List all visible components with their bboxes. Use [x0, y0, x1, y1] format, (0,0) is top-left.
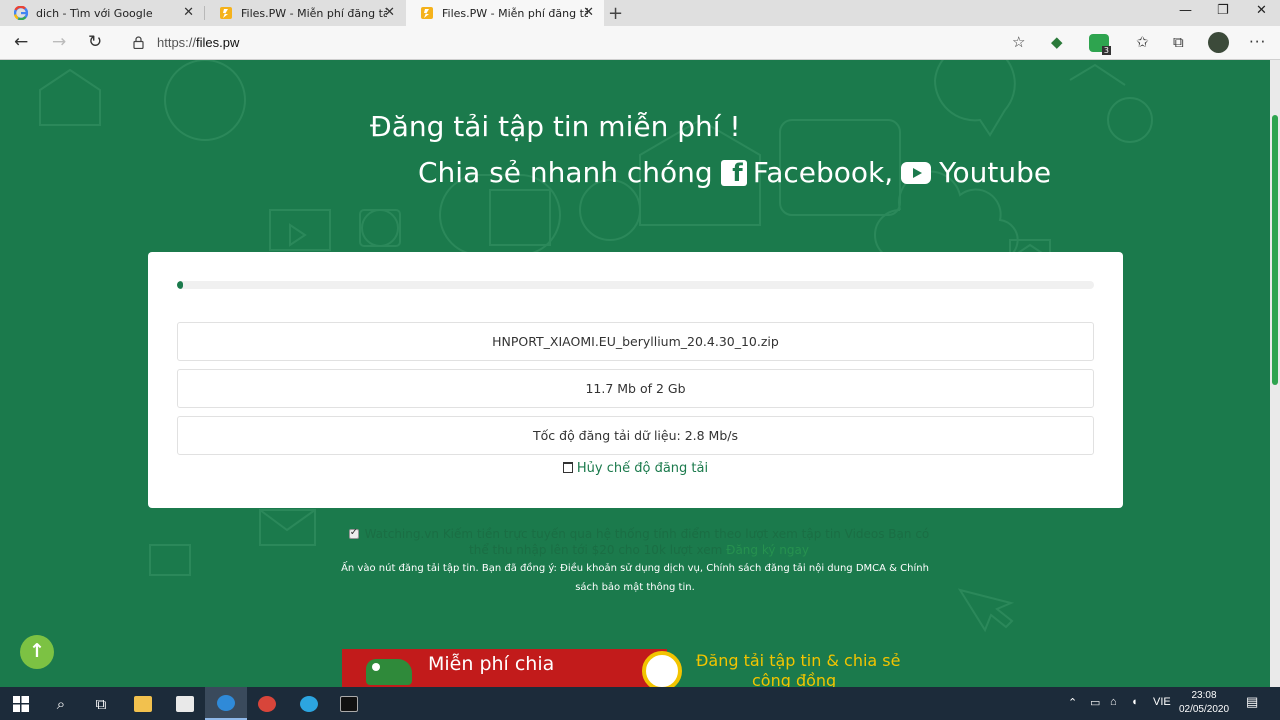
crocodile-mascot-icon: [366, 659, 412, 685]
favorite-star-icon[interactable]: ☆: [1012, 33, 1025, 51]
task-view-icon[interactable]: ⧉: [80, 687, 122, 720]
chrome-icon[interactable]: [246, 687, 288, 720]
battery-icon[interactable]: ▭: [1090, 696, 1100, 709]
youtube-icon: [901, 161, 932, 184]
clock[interactable]: 23:08 02/05/2020: [1170, 689, 1238, 717]
tab-title: Files.PW - Miễn phí đăng tải & chia sẻ: [442, 6, 588, 20]
hero-subtitle: Chia sẻ nhanh chóng f Facebook, Youtube: [418, 156, 1051, 189]
file-explorer-icon[interactable]: [122, 687, 164, 720]
facebook-icon: f: [720, 159, 747, 186]
favorites-icon[interactable]: ✩: [1136, 33, 1149, 51]
telegram-icon[interactable]: [288, 687, 330, 720]
more-menu-icon[interactable]: ···: [1249, 33, 1266, 51]
promo-checkbox[interactable]: [348, 525, 359, 541]
refresh-icon[interactable]: ↻: [88, 32, 102, 52]
new-tab-button[interactable]: +: [608, 3, 623, 24]
upload-speed: Tốc độ đăng tải dữ liệu: 2.8 Mb/s: [533, 428, 738, 443]
lock-icon[interactable]: [133, 36, 144, 49]
file-name-field: HNPORT_XIAOMI.EU_beryllium_20.4.30_10.zi…: [177, 322, 1094, 361]
close-tab-icon[interactable]: ✕: [583, 5, 594, 20]
back-icon[interactable]: ←: [14, 32, 28, 52]
terminal-icon[interactable]: [328, 687, 370, 720]
url-host: files.pw: [196, 35, 240, 50]
youtube-label: Youtube: [939, 156, 1052, 189]
browser-tab-strip: dich - Tìm với Google ✕ Files.PW - Miễn …: [0, 0, 1280, 26]
notification-center-icon[interactable]: ▤: [1246, 694, 1258, 710]
tab-title: dich - Tìm với Google: [36, 6, 153, 20]
scrollbar-thumb[interactable]: [1272, 115, 1278, 385]
cancel-upload-link[interactable]: Hủy chế độ đăng tải: [148, 461, 1123, 476]
facebook-label: Facebook,: [752, 156, 894, 189]
google-icon: [14, 6, 28, 20]
page: Đăng tải tập tin miễn phí ! Chia sẻ nhan…: [0, 60, 1270, 687]
trash-icon: [562, 462, 573, 473]
volume-icon[interactable]: ◖: [1131, 696, 1138, 708]
collections-icon[interactable]: ⧉: [1173, 33, 1184, 51]
extension-shield-icon[interactable]: 3: [1089, 34, 1111, 55]
promo-text: Watching.vn Kiếm tiền trực tuyến qua hệ …: [364, 527, 930, 557]
store-icon[interactable]: [164, 687, 206, 720]
windows-start-icon[interactable]: [0, 687, 42, 720]
ad-banner-left-text: Miễn phí chia: [428, 653, 555, 675]
hero-title: Đăng tải tập tin miễn phí !: [370, 110, 741, 143]
upload-speed-field: Tốc độ đăng tải dữ liệu: 2.8 Mb/s: [177, 416, 1094, 455]
page-scrollbar[interactable]: [1270, 60, 1280, 687]
tab-title: Files.PW - Miễn phí đăng tải & chia sẻ: [241, 6, 387, 20]
cancel-upload-label: Hủy chế độ đăng tải: [576, 461, 709, 476]
upload-progress-bar: [177, 281, 1094, 289]
promo-link[interactable]: Đăng ký ngay: [726, 543, 809, 557]
maximize-icon[interactable]: ❐: [1217, 3, 1229, 18]
forward-icon[interactable]: →: [52, 32, 66, 52]
upload-card: HNPORT_XIAOMI.EU_beryllium_20.4.30_10.zi…: [148, 252, 1123, 508]
browser-tab-active[interactable]: Files.PW - Miễn phí đăng tải & chia sẻ ✕: [406, 0, 604, 26]
clock-time: 23:08: [1191, 690, 1217, 701]
ad-banner-right-line1: Đăng tải tập tin & chia sẻ: [696, 651, 901, 670]
close-tab-icon[interactable]: ✕: [183, 5, 194, 20]
browser-tab[interactable]: Files.PW - Miễn phí đăng tải & chia sẻ ✕: [205, 0, 405, 26]
file-size-field: 11.7 Mb of 2 Gb: [177, 369, 1094, 408]
megaphone-icon: [642, 651, 682, 687]
edge-browser-icon[interactable]: [205, 687, 247, 720]
extension-icon[interactable]: ◆: [1051, 33, 1063, 51]
minimize-icon[interactable]: —: [1179, 3, 1192, 18]
file-name: HNPORT_XIAOMI.EU_beryllium_20.4.30_10.zi…: [492, 334, 779, 349]
ad-banner-right-line2: cộng đồng: [752, 671, 837, 687]
file-size: 11.7 Mb of 2 Gb: [585, 381, 686, 396]
close-tab-icon[interactable]: ✕: [384, 5, 395, 20]
browser-tab[interactable]: dich - Tìm với Google ✕: [0, 0, 204, 26]
clock-date: 02/05/2020: [1178, 704, 1230, 715]
language-indicator[interactable]: VIE: [1153, 696, 1171, 708]
search-icon[interactable]: ⌕: [40, 687, 82, 720]
files-pw-icon: [421, 7, 433, 19]
tray-overflow-icon[interactable]: ⌃: [1068, 696, 1077, 709]
terms-text: Ấn vào nút đăng tải tập tin. Bạn đã đồng…: [341, 563, 929, 593]
ad-banner[interactable]: Miễn phí chia Đăng tải tập tin & chia sẻ…: [342, 649, 928, 687]
extension-badge-count: 3: [1101, 46, 1111, 55]
upload-progress-fill: [177, 281, 183, 289]
url-scheme: https://: [157, 35, 197, 50]
scroll-to-top-button[interactable]: ↑: [20, 635, 54, 669]
network-icon[interactable]: ⌂: [1110, 696, 1117, 708]
taskbar: ⌕ ⧉ ⌃ ▭ ⌂ ◖ VIE 23:08 02/05/2020 ▤: [0, 687, 1280, 720]
promo-text-block: Watching.vn Kiếm tiền trực tuyến qua hệ …: [344, 525, 934, 558]
close-window-icon[interactable]: ✕: [1256, 3, 1267, 18]
browser-toolbar: ← → ↻ https://files.pw ☆ ◆ ✩ ⧉ ···: [0, 26, 1280, 60]
avatar[interactable]: [1208, 32, 1229, 53]
hero-subtitle-text: Chia sẻ nhanh chóng: [418, 156, 713, 189]
address-bar[interactable]: https://files.pw: [157, 35, 239, 50]
files-pw-icon: [220, 7, 232, 19]
